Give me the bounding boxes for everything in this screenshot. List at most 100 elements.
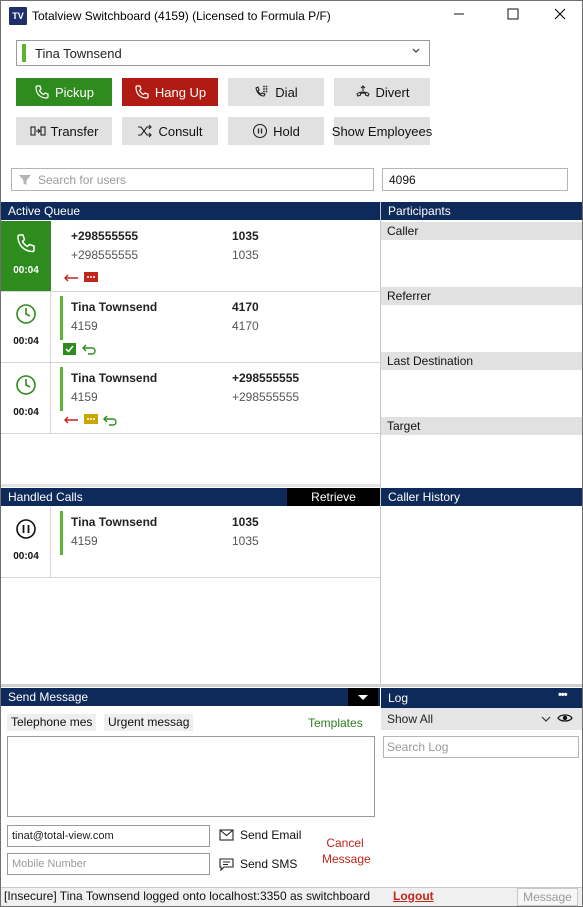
last-destination-section-label: Last Destination [387,354,474,368]
log-filter-select[interactable]: Show All [381,708,582,730]
caller-number: 4159 [71,319,98,333]
destination-sub: 4170 [232,319,259,333]
destination-sub: 1035 [232,534,259,548]
return-icon [103,415,117,426]
target-section-label: Target [387,419,421,433]
bottom-splitter[interactable] [1,684,582,687]
hangup-icon [135,85,149,99]
send-message-header: Send Message [1,688,380,706]
user-search-input[interactable]: Search for users [11,168,374,191]
active-queue-title: Active Queue [8,204,81,218]
hold-button[interactable]: Hold [228,117,324,145]
caller-section-header: Caller [381,222,582,240]
pause-icon [16,519,36,539]
mobile-number-field[interactable]: Mobile Number [7,853,210,875]
app-logo: TV [9,7,27,25]
message-button[interactable]: Message [517,888,578,906]
transfer-button[interactable]: Transfer [16,117,112,145]
send-message-collapse-button[interactable] [348,688,378,706]
dial-button[interactable]: Dial [228,78,324,106]
eye-icon[interactable] [557,712,573,727]
dialpad-phone-icon [255,85,268,97]
send-sms-button[interactable]: Send SMS [219,857,297,871]
email-field[interactable]: tinat@total-view.com [7,825,210,847]
call-timer: 00:04 [13,551,39,562]
mobile-number-placeholder: Mobile Number [12,858,87,870]
divert-label: Divert [375,84,410,100]
call-timer: 00:04 [13,265,39,276]
hangup-button[interactable]: Hang Up [122,78,218,106]
message-icon [84,272,98,282]
consult-label: Consult [158,123,203,139]
log-header: Log [381,688,582,708]
call-status-cell: 00:04 [1,292,51,362]
transfer-label: Transfer [50,123,99,139]
incoming-arrow-icon [64,416,78,424]
call-status-cell: 00:04 [1,221,51,291]
filter-icon [18,173,32,190]
email-value: tinat@total-view.com [12,830,114,842]
maximize-button[interactable] [498,3,528,27]
logout-link[interactable]: Logout [393,889,434,903]
message-textarea[interactable] [7,736,375,817]
caller-name: Tina Townsend [71,300,158,314]
log-more-button[interactable]: ••• [558,689,568,701]
consult-button[interactable]: Consult [122,117,218,145]
maximize-icon [507,8,519,20]
participants-title: Participants [388,204,451,218]
caret-down-icon [358,695,368,700]
log-search-input[interactable]: Search Log [383,736,579,758]
handled-call-row[interactable]: 00:04 Tina Townsend 4159 1035 1035 [1,507,380,578]
user-select[interactable]: Tina Townsend [16,40,430,66]
user-select-value: Tina Townsend [35,46,122,61]
queue-call-row[interactable]: 00:04 +298555555 +298555555 1035 1035 [1,221,380,292]
active-queue-header: Active Queue [1,202,380,220]
message-icon [84,414,98,424]
send-message-title: Send Message [8,690,89,704]
caller-history-header: Caller History [381,488,582,506]
close-icon [554,8,566,20]
close-button[interactable] [545,3,575,27]
call-badges [63,271,98,285]
call-accent-bar [60,296,63,340]
chevron-down-icon [541,716,551,722]
transfer-icon [29,126,46,136]
return-icon [82,344,96,355]
pane-divider[interactable] [380,202,381,685]
call-accent-bar [60,511,63,555]
template-telephone-message[interactable]: Telephone mes [7,714,97,731]
send-email-button[interactable]: Send Email [219,828,301,842]
send-sms-label: Send SMS [240,857,298,871]
chevron-down-icon [411,44,421,61]
call-badges [63,413,117,427]
send-email-label: Send Email [240,828,302,842]
templates-link[interactable]: Templates [308,716,363,730]
caller-section-label: Caller [387,224,419,238]
show-employees-button[interactable]: Show Employees [332,117,432,145]
queue-splitter[interactable] [1,484,380,487]
cancel-message-button[interactable]: Cancel Message [322,835,371,867]
pause-icon [253,123,268,139]
retrieve-button[interactable]: Retrieve [287,488,380,506]
queue-call-row[interactable]: 00:04 Tina Townsend 4159 +298555555 +298… [1,363,380,434]
envelope-icon [219,829,234,841]
call-accent-bar [60,367,63,411]
destination-number: 4170 [232,300,259,314]
phone-icon [35,85,49,99]
clock-icon [16,304,36,324]
status-indicator [22,44,26,62]
shuffle-icon [138,124,153,138]
extension-input[interactable]: 4096 [382,168,568,191]
pickup-button[interactable]: Pickup [16,78,112,106]
queue-call-row[interactable]: 00:04 Tina Townsend 4159 4170 4170 [1,292,380,363]
template-urgent-message[interactable]: Urgent messag [104,714,194,731]
divert-button[interactable]: Divert [334,78,430,106]
sms-icon [219,857,234,871]
clock-icon [16,375,36,395]
dial-label: Dial [275,84,298,100]
extension-value: 4096 [389,173,416,187]
caller-number: 4159 [71,534,98,548]
destination-sub: +298555555 [232,390,300,404]
minimize-button[interactable] [444,3,474,27]
user-search-placeholder: Search for users [38,173,127,187]
